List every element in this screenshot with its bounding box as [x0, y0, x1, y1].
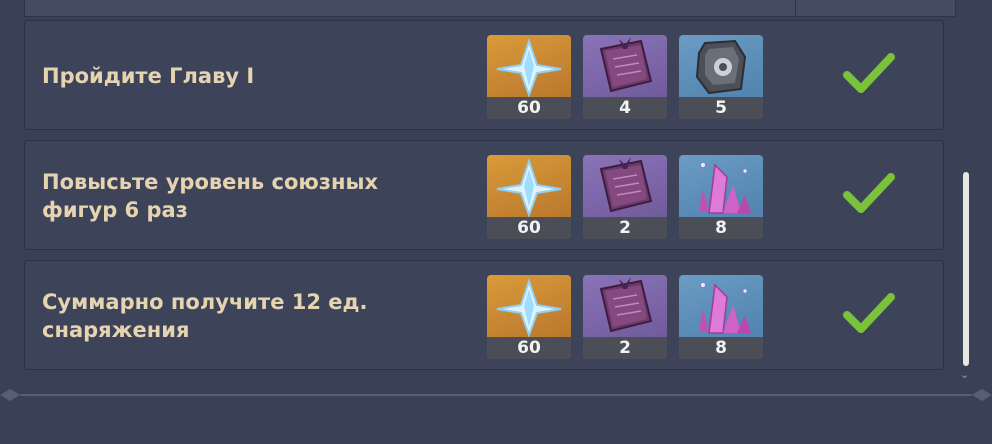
reward-count: 4 [583, 97, 667, 119]
reward-count: 8 [679, 337, 763, 359]
reward-count: 60 [487, 337, 571, 359]
reward-primogem[interactable]: 60 [487, 275, 571, 359]
wanderers-advice-book-icon [599, 157, 653, 213]
reward-book[interactable]: 2 [583, 275, 667, 359]
wanderers-advice-book-icon [599, 277, 653, 333]
reward-count: 2 [583, 337, 667, 359]
reward-count: 2 [583, 217, 667, 239]
crystal-ore-icon [699, 163, 751, 214]
quest-title: Суммарно получите 12 ед. снаряжения [42, 290, 368, 342]
quest-title: Повысьте уровень союзных фигур 6 раз [42, 170, 379, 222]
completed-check-icon [843, 293, 895, 333]
quest-row: Повысьте уровень союзных фигур 6 раз 60 … [24, 140, 944, 250]
reward-primogem[interactable]: 60 [487, 155, 571, 239]
wanderers-advice-book-icon [599, 37, 653, 93]
quest-row: Суммарно получите 12 ед. снаряжения 60 2… [24, 260, 944, 370]
scroll-down-arrow-icon[interactable]: ⌄ [960, 368, 969, 381]
reward-count: 8 [679, 217, 763, 239]
completed-check-icon [843, 53, 895, 93]
ornamental-divider [0, 389, 992, 401]
reward-count: 60 [487, 217, 571, 239]
primogem-icon [496, 37, 562, 97]
reward-book[interactable]: 2 [583, 155, 667, 239]
reward-primogem[interactable]: 60 [487, 35, 571, 119]
reward-book[interactable]: 4 [583, 35, 667, 119]
reward-count: 60 [487, 97, 571, 119]
reward-count: 5 [679, 97, 763, 119]
reward-crystal[interactable]: 8 [679, 275, 763, 359]
crystal-ore-icon [699, 283, 751, 334]
reward-crystal[interactable]: 8 [679, 155, 763, 239]
mystic-ore-icon [695, 39, 747, 95]
reward-ore[interactable]: 5 [679, 35, 763, 119]
primogem-icon [496, 157, 562, 217]
scrollbar-thumb[interactable] [963, 172, 969, 366]
completed-check-icon [843, 173, 895, 213]
previous-row-edge [24, 0, 956, 17]
quest-title: Пройдите Главу I [42, 64, 255, 88]
primogem-icon [496, 277, 562, 337]
quest-row: Пройдите Главу I 60 4 5 [24, 20, 944, 130]
